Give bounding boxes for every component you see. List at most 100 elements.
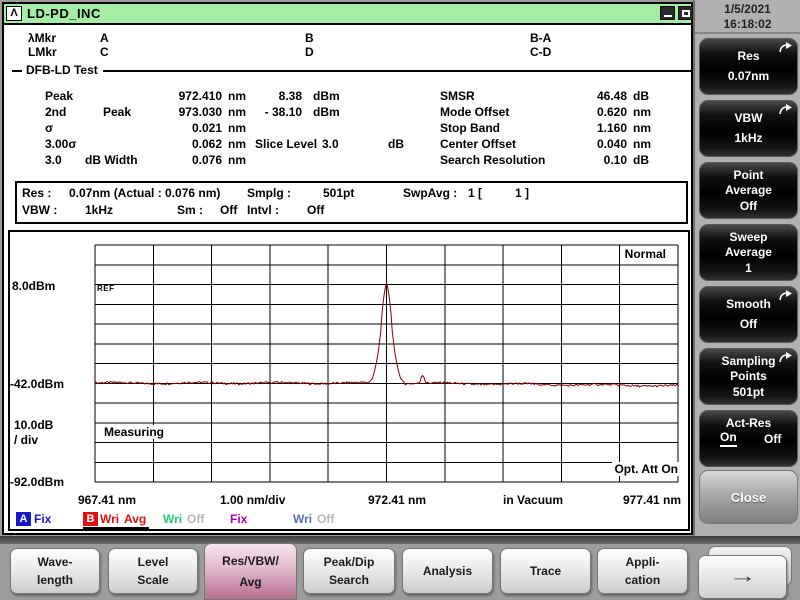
ref-level-label: 8.0dBm xyxy=(12,279,56,293)
trace-b-mode[interactable]: Wri xyxy=(100,512,119,526)
tab-label: Wave- xyxy=(37,555,73,569)
minimize-icon xyxy=(664,15,672,17)
res-label: Res : xyxy=(22,186,52,200)
sweep-settings-box: Res : 0.07nm (Actual : 0.076 nm) Smplg :… xyxy=(15,181,688,224)
level-scale-label: 10.0dB xyxy=(14,418,54,432)
result-value: 1.160 xyxy=(596,121,627,135)
softkey-line: Sampling xyxy=(721,353,776,368)
act-res-on-option[interactable]: On xyxy=(720,430,737,447)
trace-b-button[interactable]: B xyxy=(83,512,98,526)
trace-b-mode-2[interactable]: Avg xyxy=(124,512,146,526)
sampling-value: 501pt xyxy=(323,186,355,200)
submenu-arrow-icon xyxy=(779,290,792,301)
trace-a-mode[interactable]: Fix xyxy=(34,512,51,526)
softkey-line: 501pt xyxy=(732,384,765,399)
more-tabs-button[interactable]: → xyxy=(697,545,793,600)
wavelength-marker-label: λMkr xyxy=(28,31,57,45)
softkey-sweep-average[interactable]: Sweep Average 1 xyxy=(699,224,798,281)
tab-label: length xyxy=(37,573,73,587)
x-axis-medium-label: in Vacuum xyxy=(503,493,564,507)
result-value: 46.48 xyxy=(596,89,627,103)
trace-e-mode[interactable]: Wri xyxy=(293,512,312,526)
result-wavelength-unit: nm xyxy=(228,121,246,135)
softkey-sidebar: 1/5/2021 16:18:02 Res 0.07nm VBW 1kHz Po… xyxy=(693,0,800,600)
minimize-button[interactable] xyxy=(660,6,675,20)
softkey-line: Sweep xyxy=(729,229,768,244)
marker-cd-label: C-D xyxy=(530,45,552,59)
time-label: 16:18:02 xyxy=(723,17,772,31)
analysis-section-separator: DFB-LD Test xyxy=(12,63,691,78)
result-unit: nm xyxy=(633,105,651,119)
tab-application[interactable]: Appli- cation xyxy=(597,548,688,594)
result-wavelength: 0.076 xyxy=(191,153,222,167)
tab-label: Scale xyxy=(137,573,169,587)
trace-c-state: Off xyxy=(187,512,205,526)
app-logo-icon: Λ xyxy=(6,6,22,21)
mid-level-label: -42.0dBm xyxy=(10,377,65,391)
tab-label: Analysis xyxy=(422,564,473,578)
tab-label: cation xyxy=(624,573,661,587)
result-label: Search Resolution xyxy=(440,153,546,167)
slice-level-unit: dB xyxy=(388,137,404,151)
trace-a-button[interactable]: A xyxy=(16,512,31,526)
softkey-line: 1kHz xyxy=(734,131,763,146)
softkey-line: 1 xyxy=(745,260,752,275)
softkey-sampling-points[interactable]: Sampling Points 501pt xyxy=(699,348,798,405)
tab-peak-dip-search[interactable]: Peak/Dip Search xyxy=(303,548,395,594)
result-label: 3.00σ xyxy=(45,137,77,151)
result-label: 2nd xyxy=(45,105,67,119)
result-unit: nm xyxy=(633,121,651,135)
result-label: Peak xyxy=(45,89,74,103)
spectrum-display: 8.0dBm -42.0dBm 10.0dB / div -92.0dBm RE… xyxy=(8,230,690,531)
close-button[interactable]: Close xyxy=(699,470,798,524)
softkey-line: Points xyxy=(730,369,767,383)
result-label: Center Offset xyxy=(440,137,517,151)
result-value: 0.10 xyxy=(603,153,627,167)
x-axis-center-label: 972.41 nm xyxy=(368,493,427,507)
maximize-icon xyxy=(682,10,690,17)
tab-label: Level xyxy=(137,555,169,569)
maximize-button[interactable] xyxy=(678,6,693,20)
result-unit: nm xyxy=(633,137,651,151)
tab-trace[interactable]: Trace xyxy=(500,548,591,594)
main-panel: Λ LD-PD_INC λMkr A B B-A LMkr C D C-D DF… xyxy=(2,2,693,535)
tab-analysis[interactable]: Analysis xyxy=(402,548,493,594)
result-wavelength: 0.062 xyxy=(191,137,222,151)
result-label-2: dB Width xyxy=(85,153,138,167)
softkey-act-res[interactable]: Act-Res On Off xyxy=(699,410,798,467)
interval-value: Off xyxy=(307,203,325,217)
submenu-arrow-icon xyxy=(779,352,792,363)
softkey-vbw[interactable]: VBW 1kHz xyxy=(699,100,798,157)
active-trace-underline xyxy=(83,527,149,529)
tab-level-scale[interactable]: Level Scale xyxy=(108,548,198,594)
result-level: 8.38 xyxy=(278,89,302,103)
submenu-arrow-icon xyxy=(779,104,792,115)
softkey-line: Off xyxy=(739,198,758,213)
smooth-label: Sm : xyxy=(177,203,204,217)
trace-c-mode[interactable]: Wri xyxy=(163,512,182,526)
vbw-value: 1kHz xyxy=(85,203,114,217)
softkey-res[interactable]: Res 0.07nm xyxy=(699,38,798,95)
x-axis-stop-label: 977.41 nm xyxy=(623,493,682,507)
vbw-label: VBW : xyxy=(22,203,58,217)
res-value: 0.07nm (Actual : 0.076 nm) xyxy=(69,186,221,200)
act-res-off-option[interactable]: Off xyxy=(764,432,781,446)
slice-level-label: Slice Level xyxy=(255,137,318,151)
more-tabs-front-layer: → xyxy=(698,555,787,599)
trace-d-mode[interactable]: Fix xyxy=(230,512,247,526)
bottom-level-label: -92.0dBm xyxy=(10,475,65,489)
softkey-point-average[interactable]: Point Average Off xyxy=(699,162,798,219)
tab-res-vbw-avg[interactable]: Res/VBW/ Avg xyxy=(204,543,297,600)
result-value: 0.620 xyxy=(596,105,627,119)
tab-wavelength[interactable]: Wave- length xyxy=(10,548,100,594)
result-label: SMSR xyxy=(440,89,475,103)
act-res-title: Act-Res xyxy=(725,416,772,430)
tab-label: Appli- xyxy=(625,555,660,569)
slice-level-value: 3.0 xyxy=(322,137,339,151)
right-arrow-icon: → xyxy=(728,566,757,587)
marker-c-label: C xyxy=(100,45,109,59)
window-title: LD-PD_INC xyxy=(27,6,101,21)
interval-label: Intvl : xyxy=(247,203,279,217)
softkey-smooth[interactable]: Smooth Off xyxy=(699,286,798,343)
sweep-average-value: 1 [ xyxy=(468,186,483,200)
